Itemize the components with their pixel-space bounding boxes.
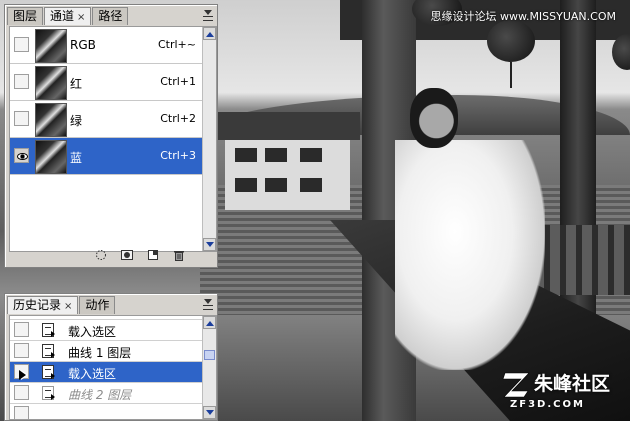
- snapshot-toggle[interactable]: [14, 343, 29, 358]
- close-icon[interactable]: ×: [64, 301, 72, 312]
- history-state-name: 载入选区: [68, 367, 117, 381]
- history-row[interactable]: 载入选区: [10, 320, 206, 341]
- channel-thumbnail: [35, 66, 67, 100]
- channel-list: RGB Ctrl+~ 红 Ctrl+1 绿 Ctrl+2 蓝 Ctrl+3: [9, 26, 217, 252]
- channels-panel: 图层 通道× 路径 RGB Ctrl+~ 红 Ctrl+1 绿 Ctrl+2: [4, 4, 218, 268]
- history-panel: 历史记录 × 动作 载入选区 曲线 1 图层 载入选区 曲线 2 图层: [4, 293, 218, 421]
- scroll-up-button[interactable]: [203, 316, 216, 329]
- snapshot-toggle[interactable]: [14, 364, 29, 380]
- channels-panel-tabs: 图层 通道 × 路径: [7, 7, 215, 25]
- snapshot-toggle[interactable]: [14, 322, 29, 337]
- panel-menu-icon[interactable]: [202, 299, 214, 310]
- channel-row-rgb[interactable]: RGB Ctrl+~: [10, 27, 206, 64]
- channels-footer: [95, 249, 185, 263]
- visibility-toggle[interactable]: [14, 111, 29, 126]
- channel-thumbnail: [35, 140, 67, 174]
- new-channel-icon[interactable]: [147, 249, 159, 261]
- mask-icon[interactable]: [121, 249, 133, 261]
- channel-name: RGB: [70, 38, 96, 52]
- tab-paths[interactable]: 路径: [92, 7, 129, 25]
- scroll-down-button[interactable]: [203, 406, 216, 419]
- channel-shortcut: Ctrl+1: [160, 75, 196, 88]
- channel-shortcut: Ctrl+~: [157, 38, 196, 51]
- scroll-up-button[interactable]: [203, 27, 216, 40]
- channel-row-red[interactable]: 红 Ctrl+1: [10, 64, 206, 101]
- history-row-dimmed[interactable]: 曲线 2 图层: [10, 383, 206, 404]
- history-row-partial: [10, 404, 206, 419]
- tab-layers-label: 图层: [13, 9, 38, 23]
- channel-row-green[interactable]: 绿 Ctrl+2: [10, 101, 206, 138]
- snapshot-toggle[interactable]: [14, 406, 29, 419]
- history-state-name: 曲线 1 图层: [68, 346, 132, 360]
- play-icon: [51, 394, 58, 400]
- channel-row-blue[interactable]: 蓝 Ctrl+3: [10, 138, 206, 175]
- lantern-tassel: [510, 62, 512, 88]
- tab-layers[interactable]: 图层: [7, 7, 44, 25]
- history-pointer-icon[interactable]: [19, 370, 33, 380]
- snapshot-toggle[interactable]: [14, 385, 29, 400]
- tab-history[interactable]: 历史记录 ×: [7, 296, 79, 314]
- woman-white-dress: [395, 140, 545, 370]
- house-roof: [215, 112, 360, 140]
- play-icon: [51, 352, 58, 358]
- tab-history-label: 历史记录: [13, 298, 62, 312]
- brand-name-cn: 朱峰社区: [534, 373, 611, 395]
- tab-channels[interactable]: 通道 ×: [44, 7, 92, 25]
- close-icon[interactable]: ×: [77, 12, 85, 23]
- lakeside-house: [215, 112, 360, 210]
- lantern: [487, 20, 535, 62]
- visibility-toggle[interactable]: [14, 74, 29, 89]
- history-row[interactable]: 曲线 1 图层: [10, 341, 206, 362]
- trash-icon[interactable]: [173, 249, 185, 261]
- channel-name: 红: [70, 77, 83, 91]
- history-state-name: 载入选区: [68, 325, 117, 339]
- history-state-name: 曲线 2 图层: [68, 388, 132, 402]
- channel-scrollbar[interactable]: [202, 27, 216, 251]
- channel-thumbnail: [35, 103, 67, 137]
- play-icon: [51, 331, 58, 337]
- house-window: [235, 178, 257, 192]
- play-icon: [51, 373, 58, 379]
- house-window: [265, 148, 287, 162]
- tab-actions[interactable]: 动作: [79, 296, 116, 314]
- brand-name-en: ZF3D.COM: [510, 399, 585, 410]
- history-panel-tabs: 历史记录 × 动作: [7, 296, 215, 314]
- visibility-toggle[interactable]: [14, 37, 29, 52]
- tab-actions-label: 动作: [85, 298, 110, 312]
- history-list: 载入选区 曲线 1 图层 载入选区 曲线 2 图层: [9, 315, 217, 420]
- tab-channels-label: 通道: [50, 9, 75, 23]
- history-row-selected[interactable]: 载入选区: [10, 362, 206, 383]
- woman-head: [410, 88, 458, 148]
- panel-menu-icon[interactable]: [202, 10, 214, 21]
- z-logo-icon: [502, 372, 530, 398]
- channel-name: 绿: [70, 114, 83, 128]
- channel-thumbnail: [35, 29, 67, 63]
- channel-shortcut: Ctrl+3: [160, 149, 196, 162]
- channel-shortcut: Ctrl+2: [160, 112, 196, 125]
- house-window: [235, 148, 257, 162]
- eye-icon: [17, 153, 28, 160]
- dotted-circle-icon[interactable]: [95, 249, 107, 261]
- visibility-toggle[interactable]: [14, 148, 29, 163]
- watermark-top: 思缘设计论坛 www.MISSYUAN.COM: [430, 10, 616, 23]
- scroll-thumb[interactable]: [204, 350, 215, 360]
- tab-paths-label: 路径: [98, 9, 123, 23]
- lantern: [612, 34, 630, 70]
- brand-logo: 朱峰社区 ZF3D.COM: [502, 367, 622, 415]
- channel-name: 蓝: [70, 151, 83, 165]
- house-window: [300, 178, 322, 192]
- house-window: [300, 148, 322, 162]
- history-scrollbar[interactable]: [202, 316, 216, 419]
- house-window: [265, 178, 287, 192]
- scroll-down-button[interactable]: [203, 238, 216, 251]
